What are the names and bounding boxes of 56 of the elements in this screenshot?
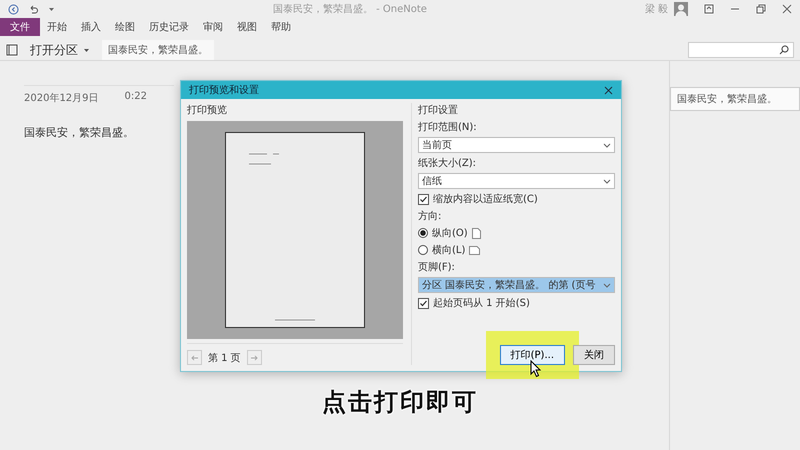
notebook-dropdown[interactable]: 打开分区 bbox=[24, 40, 96, 60]
checkbox[interactable] bbox=[418, 194, 429, 204]
left-arrow-icon bbox=[190, 354, 198, 362]
radio-label: 纵向(O) bbox=[432, 227, 468, 240]
search-icon bbox=[779, 45, 789, 55]
landscape-page-icon bbox=[469, 246, 480, 254]
window-title: 国泰民安，繁荣昌盛。 - OneNote bbox=[272, 2, 428, 16]
checkbox[interactable] bbox=[418, 298, 429, 308]
checkbox-label: 起始页码从 1 开始(S) bbox=[433, 296, 530, 310]
page-number: 第 1 页 bbox=[208, 352, 241, 364]
dialog-button[interactable]: 关闭 bbox=[573, 345, 615, 365]
section-tab[interactable]: 国泰民安，繁荣昌盛。 bbox=[102, 40, 214, 60]
right-arrow-icon bbox=[250, 354, 258, 362]
close-icon[interactable] bbox=[604, 86, 613, 94]
radio-button[interactable] bbox=[418, 228, 428, 238]
preview-label: 打印预览 bbox=[187, 104, 228, 117]
ribbon-tab[interactable]: 文件 bbox=[0, 18, 40, 36]
caret-icon bbox=[83, 46, 90, 54]
ribbon-tab[interactable]: 帮助 bbox=[264, 18, 298, 36]
paper-size-label: 纸张大小(Z): bbox=[418, 156, 478, 170]
ribbon-display-icon[interactable] bbox=[704, 4, 714, 14]
ribbon-tab[interactable]: 视图 bbox=[230, 18, 264, 36]
close-icon[interactable] bbox=[782, 4, 792, 14]
subtitle-caption: 点击打印即可 bbox=[321, 387, 479, 418]
caret-icon bbox=[603, 141, 611, 149]
footer-dropdown[interactable]: 分区 国泰民安，繁荣昌盛。 的第 (页号 bbox=[418, 277, 615, 293]
checkbox-label: 缩放内容以适应纸宽(C) bbox=[433, 192, 538, 206]
orientation-label: 方向: bbox=[418, 210, 442, 223]
paper-size-dropdown[interactable]: 信纸 bbox=[418, 173, 615, 189]
ribbon-tab[interactable]: 开始 bbox=[40, 18, 74, 36]
caret-icon bbox=[603, 177, 611, 185]
undo-icon[interactable] bbox=[28, 4, 39, 14]
footer-label: 页脚(F): bbox=[418, 260, 456, 274]
radio-button[interactable] bbox=[418, 245, 428, 255]
mouse-pointer-icon bbox=[530, 360, 542, 378]
user-name: 梁 毅 bbox=[644, 2, 668, 16]
search-field[interactable] bbox=[688, 42, 794, 58]
settings-label: 打印设置 bbox=[418, 104, 459, 117]
print-range-dropdown[interactable]: 当前页 bbox=[418, 137, 615, 153]
portrait-page-icon bbox=[472, 228, 481, 238]
ribbon-tab[interactable]: 绘图 bbox=[108, 18, 142, 36]
radio-label: 横向(L) bbox=[432, 244, 466, 257]
dropdown-caret-icon[interactable] bbox=[48, 6, 55, 12]
page-body-text: 国泰民安，繁荣昌盛。 bbox=[24, 125, 134, 140]
page-list-item[interactable]: 国泰民安，繁荣昌盛。 bbox=[670, 87, 800, 111]
print-range-label: 打印范围(N): bbox=[418, 120, 478, 134]
ribbon-tab[interactable]: 历史记录 bbox=[142, 18, 196, 36]
dialog-title: 打印预览和设置 bbox=[189, 84, 259, 97]
restore-icon[interactable] bbox=[756, 4, 766, 14]
ribbon-tab[interactable]: 插入 bbox=[74, 18, 108, 36]
ribbon-tab[interactable]: 审阅 bbox=[196, 18, 230, 36]
page-time: 0:22 bbox=[124, 91, 148, 104]
page-date: 2020年12月9日 bbox=[24, 92, 99, 105]
notebook-icon bbox=[6, 44, 18, 56]
caret-icon bbox=[603, 281, 611, 289]
back-icon[interactable] bbox=[8, 4, 19, 14]
